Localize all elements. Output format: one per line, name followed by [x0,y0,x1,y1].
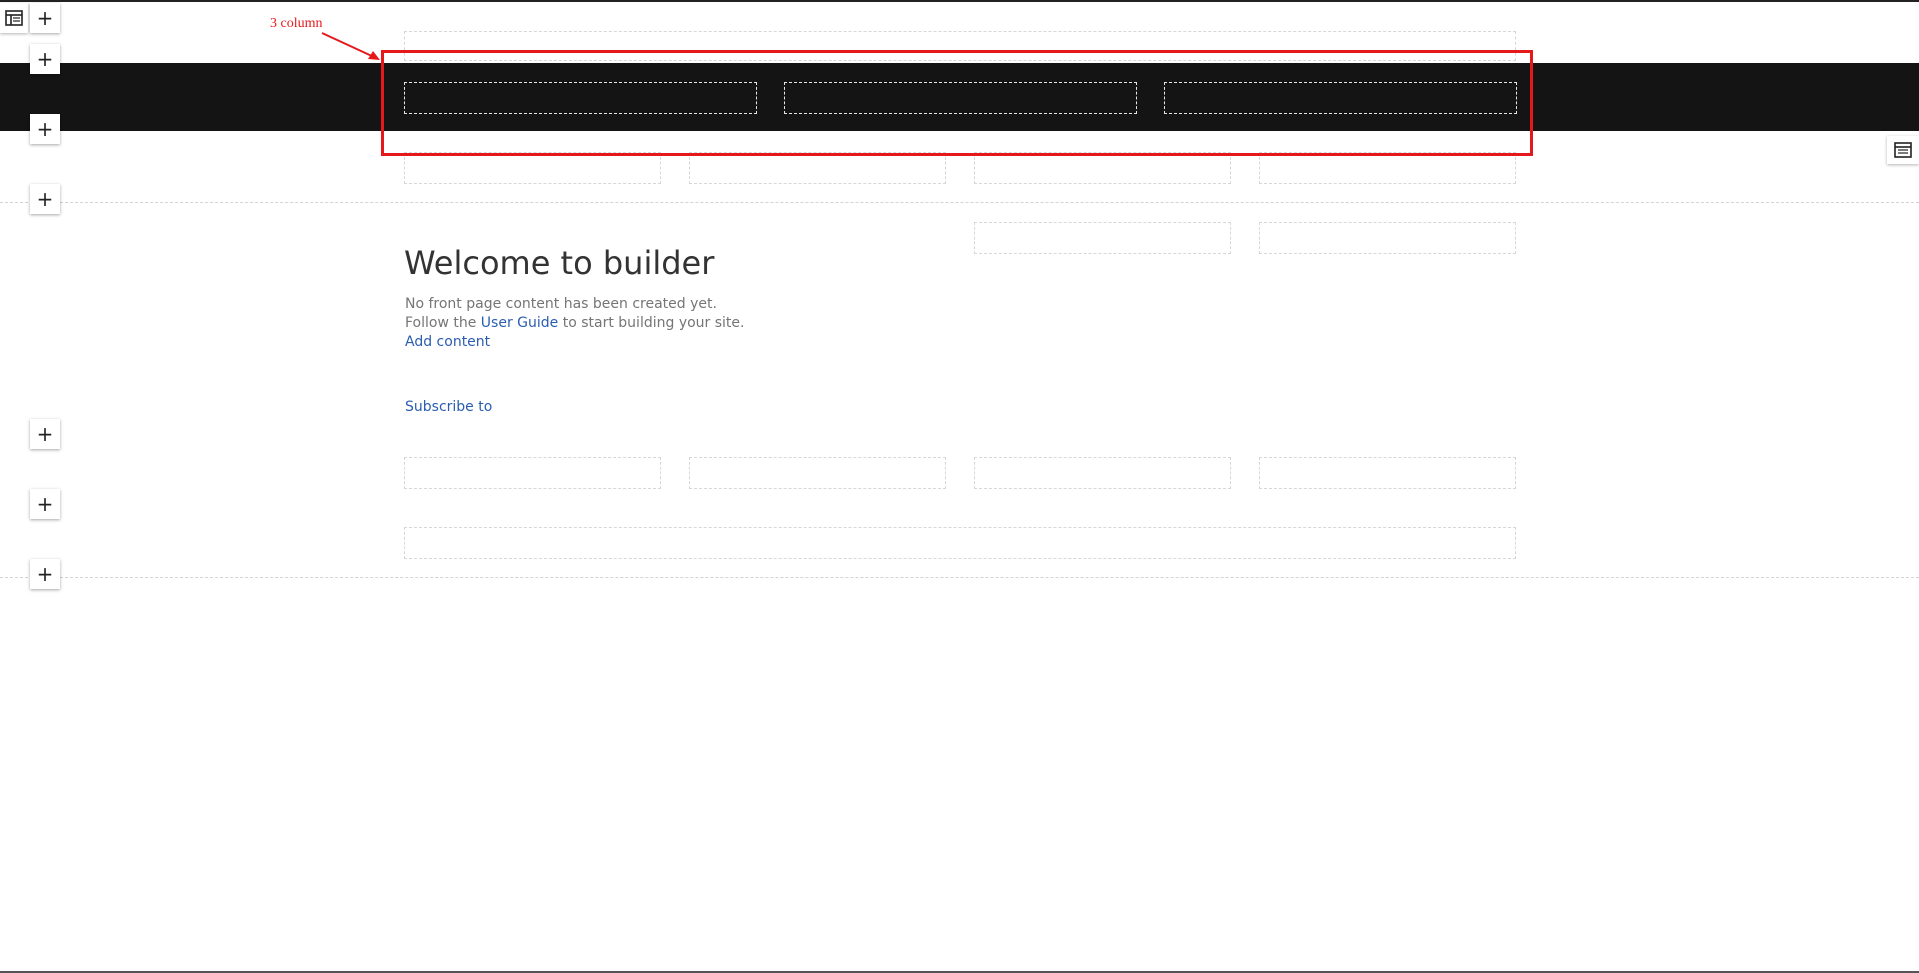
annotation-arrow-icon [321,32,380,60]
intro-guide-prefix: Follow the [405,315,481,331]
layout-icon-button[interactable] [0,3,28,33]
intro-guide-line: Follow the User Guide to start building … [405,315,745,331]
add-section-button[interactable]: + [30,559,60,589]
row1-column-4[interactable] [1259,152,1516,184]
user-guide-link[interactable]: User Guide [481,315,558,331]
add-section-button[interactable]: + [30,184,60,214]
sidebar-placeholder-2[interactable] [1259,222,1516,254]
add-section-button[interactable]: + [30,3,60,33]
panel-icon [1894,142,1912,158]
intro-guide-suffix: to start building your site. [558,315,745,331]
page-title: Welcome to builder [404,244,715,282]
row2-column-4[interactable] [1259,457,1516,489]
section-divider-1 [0,202,1919,203]
full-width-placeholder[interactable] [404,527,1516,559]
add-section-button[interactable]: + [30,114,60,144]
add-section-button[interactable]: + [30,489,60,519]
add-content-link[interactable]: Add content [405,334,490,350]
sidebar-placeholder-1[interactable] [974,222,1231,254]
row1-column-3[interactable] [974,152,1231,184]
row2-column-3[interactable] [974,457,1231,489]
side-panel-button[interactable] [1887,136,1919,164]
row1-column-2[interactable] [689,152,946,184]
intro-text: No front page content has been created y… [405,296,717,312]
subscribe-link[interactable]: Subscribe to [405,399,492,415]
add-section-button[interactable]: + [30,419,60,449]
row2-column-2[interactable] [689,457,946,489]
section-divider-2 [0,577,1919,578]
row1-column-1[interactable] [404,152,661,184]
annotation-label: 3 column [270,16,323,31]
top-border [0,0,1919,2]
layout-icon [5,10,23,26]
row2-column-1[interactable] [404,457,661,489]
annotation-highlight-box [381,50,1533,156]
add-section-button[interactable]: + [30,44,60,74]
